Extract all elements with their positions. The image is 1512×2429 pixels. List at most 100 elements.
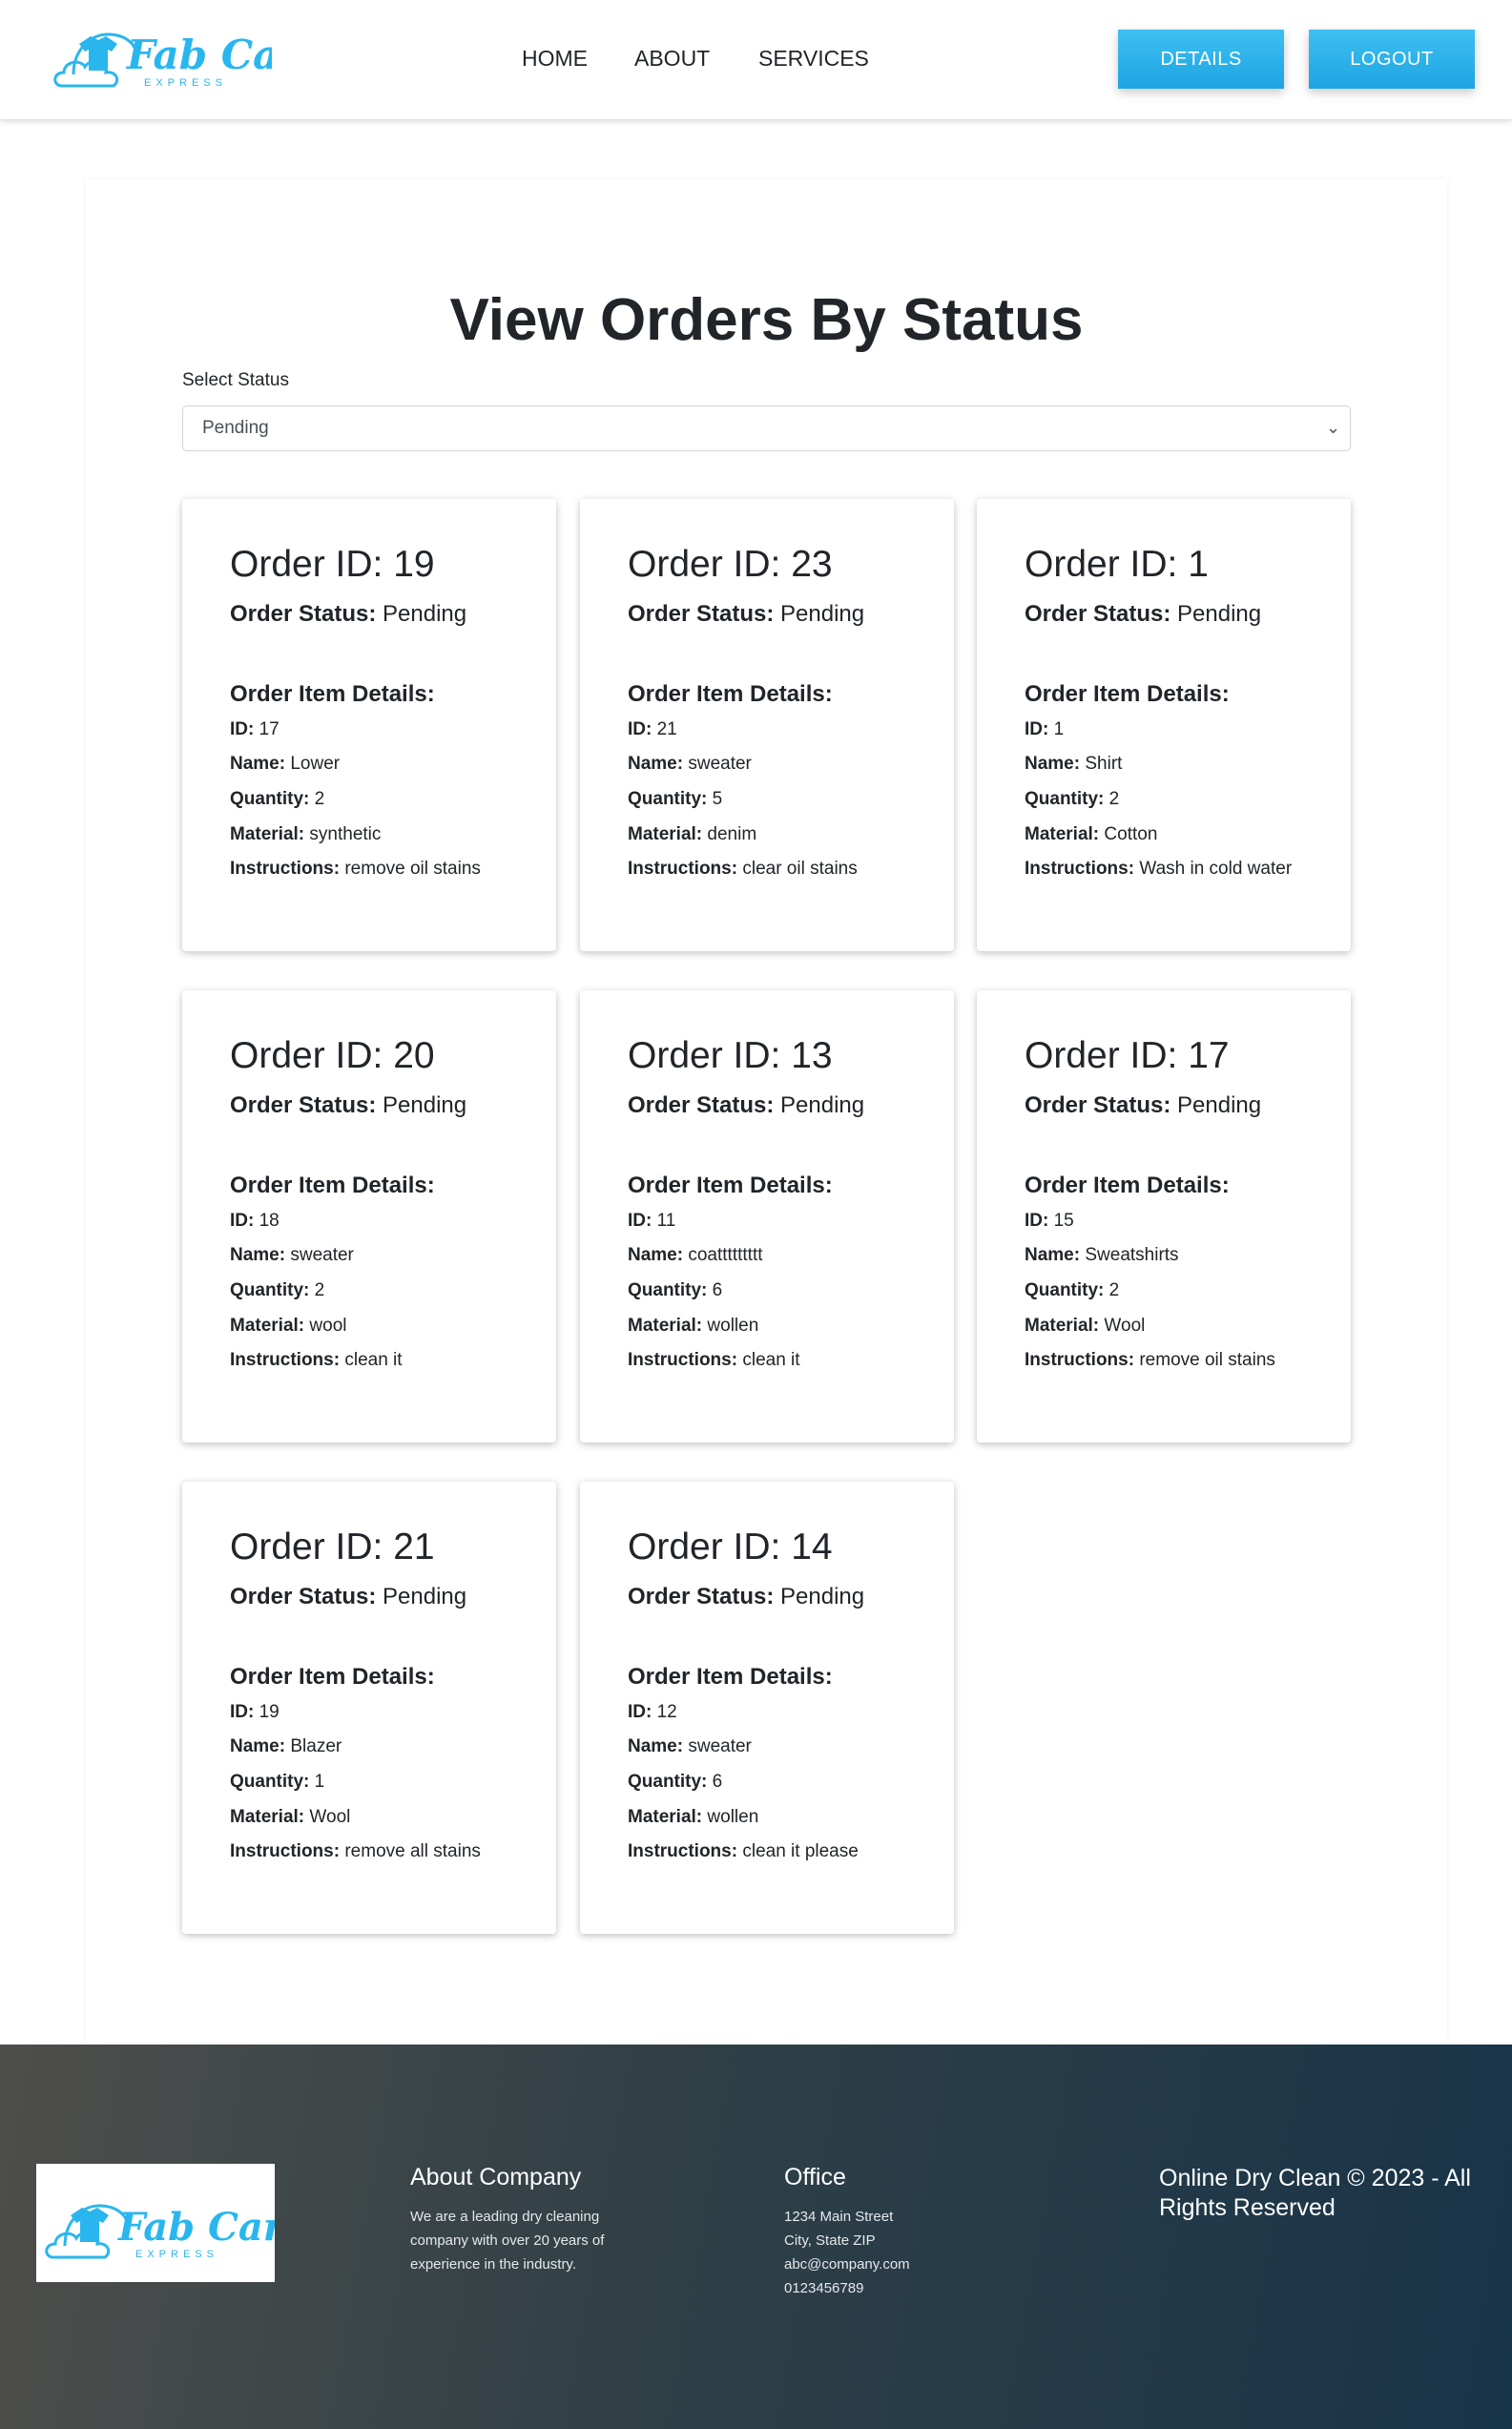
order-status-value: Pending [780, 600, 865, 627]
nav-home-link[interactable]: HOME [522, 46, 588, 72]
item-instructions-label: Instructions: [230, 1841, 341, 1862]
item-material-label: Material: [230, 1315, 305, 1336]
item-instructions-label: Instructions: [1025, 859, 1135, 880]
item-id: ID: 12 [628, 1699, 906, 1726]
office-phone: 0123456789 [784, 2280, 864, 2296]
order-status-label: Order Status: [230, 600, 377, 627]
item-quantity-label: Quantity: [1025, 788, 1105, 809]
item-id-label: ID: [628, 1210, 652, 1231]
status-select-value: Pending [202, 418, 269, 438]
order-status-value: Pending [1177, 1091, 1262, 1118]
item-quantity-label: Quantity: [628, 1771, 708, 1792]
details-button[interactable]: DETAILS [1118, 30, 1284, 89]
status-select[interactable]: Pending [182, 405, 1351, 451]
order-id-value: 19 [393, 544, 435, 585]
item-name-label: Name: [230, 754, 286, 775]
item-material: Material: wool [230, 1313, 508, 1339]
item-name: Name: Blazer [230, 1734, 508, 1760]
item-instructions-label: Instructions: [628, 1350, 738, 1371]
order-status-label: Order Status: [230, 1091, 377, 1118]
main-nav: HOME ABOUT SERVICES [0, 46, 1512, 74]
item-quantity-value: 2 [314, 788, 325, 809]
order-status: Order Status: Pending [1025, 601, 1303, 628]
item-instructions: Instructions: remove oil stains [230, 856, 508, 882]
item-id-value: 11 [656, 1210, 676, 1231]
item-id: ID: 11 [628, 1208, 906, 1235]
item-quantity-value: 6 [712, 1279, 723, 1300]
item-quantity-label: Quantity: [230, 1771, 310, 1792]
order-card: Order ID: 14 Order Status: Pending Order I… [580, 1482, 954, 1934]
order-id-heading: Order ID: 1 [1025, 544, 1303, 586]
order-status-label: Order Status: [628, 600, 775, 627]
order-status-label: Order Status: [628, 1583, 775, 1609]
item-id: ID: 1 [1025, 716, 1303, 743]
item-quantity-label: Quantity: [1025, 1279, 1105, 1300]
order-id-label: Order ID: [1025, 1035, 1178, 1076]
order-status-label: Order Status: [1025, 600, 1171, 627]
order-status-value: Pending [780, 1583, 865, 1609]
item-details-heading: Order Item Details: [230, 1663, 435, 1690]
order-id-heading: Order ID: 21 [230, 1526, 508, 1568]
order-id-label: Order ID: [628, 1035, 781, 1076]
item-quantity-value: 2 [314, 1279, 325, 1300]
order-status: Order Status: Pending [230, 1584, 508, 1610]
item-details-heading: Order Item Details: [628, 1663, 833, 1690]
item-id-label: ID: [230, 1210, 255, 1231]
order-id-value: 20 [393, 1035, 435, 1076]
order-card: Order ID: 1 Order Status: Pending Order It… [977, 499, 1351, 951]
nav-about-link[interactable]: ABOUT [634, 46, 710, 72]
item-id-label: ID: [628, 718, 652, 739]
top-navbar: Fab Care EXPRESS HOME ABOUT SERVICES DET… [0, 0, 1512, 119]
item-instructions-label: Instructions: [1025, 1350, 1135, 1371]
logout-button[interactable]: LOGOUT [1309, 30, 1475, 89]
order-id-heading: Order ID: 20 [230, 1035, 508, 1077]
item-details-heading: Order Item Details: [230, 680, 435, 707]
order-id-label: Order ID: [628, 544, 781, 585]
order-card: Order ID: 19 Order Status: Pending Order I… [182, 499, 556, 951]
order-status: Order Status: Pending [230, 1092, 508, 1119]
item-quantity: Quantity: 1 [230, 1769, 508, 1796]
footer-about-text: We are a leading dry cleaning company wi… [410, 2209, 605, 2273]
item-id-label: ID: [628, 1701, 652, 1722]
order-status: Order Status: Pending [628, 1092, 906, 1119]
order-status-value: Pending [383, 1091, 467, 1118]
nav-services-link[interactable]: SERVICES [758, 46, 869, 72]
item-material-value: denim [707, 823, 757, 844]
orders-panel: View Orders By Status Select Status Pend… [86, 179, 1447, 2045]
order-id-value: 21 [393, 1526, 435, 1567]
item-instructions: Instructions: Wash in cold water [1025, 856, 1303, 882]
order-card: Order ID: 17 Order Status: Pending Order I… [977, 990, 1351, 1443]
order-status-label: Order Status: [628, 1091, 775, 1118]
order-id-label: Order ID: [230, 1035, 383, 1076]
item-instructions: Instructions: clear oil stains [628, 856, 906, 882]
item-quantity-value: 1 [314, 1771, 325, 1792]
item-name-value: sweater [688, 754, 752, 775]
item-quantity: Quantity: 2 [1025, 1277, 1303, 1304]
order-status: Order Status: Pending [1025, 1092, 1303, 1119]
item-material: Material: Cotton [1025, 821, 1303, 848]
item-name: Name: Shirt [1025, 751, 1303, 778]
item-name-label: Name: [1025, 1245, 1081, 1266]
item-material-value: wool [309, 1315, 347, 1336]
footer-office-title: Office [784, 2164, 846, 2190]
svg-text:EXPRESS: EXPRESS [144, 77, 227, 89]
order-id-label: Order ID: [1025, 544, 1178, 585]
item-material-label: Material: [1025, 823, 1100, 844]
item-name-label: Name: [628, 754, 684, 775]
item-quantity: Quantity: 2 [230, 786, 508, 813]
item-material: Material: wollen [628, 1313, 906, 1339]
item-material-label: Material: [628, 823, 703, 844]
office-email[interactable]: abc@company.com [784, 2253, 1013, 2276]
item-details-heading: Order Item Details: [628, 680, 833, 707]
item-instructions-value: clean it please [742, 1841, 859, 1862]
item-material-label: Material: [230, 1806, 305, 1827]
item-instructions-value: clear oil stains [742, 859, 858, 880]
order-id-value: 13 [791, 1035, 833, 1076]
order-status-value: Pending [383, 1583, 467, 1609]
office-city: City, State ZIP [784, 2232, 876, 2249]
item-instructions: Instructions: clean it [230, 1347, 508, 1374]
item-quantity: Quantity: 5 [628, 786, 906, 813]
item-instructions: Instructions: remove all stains [230, 1838, 508, 1865]
item-details-heading: Order Item Details: [1025, 680, 1230, 707]
item-quantity-value: 6 [712, 1771, 723, 1792]
